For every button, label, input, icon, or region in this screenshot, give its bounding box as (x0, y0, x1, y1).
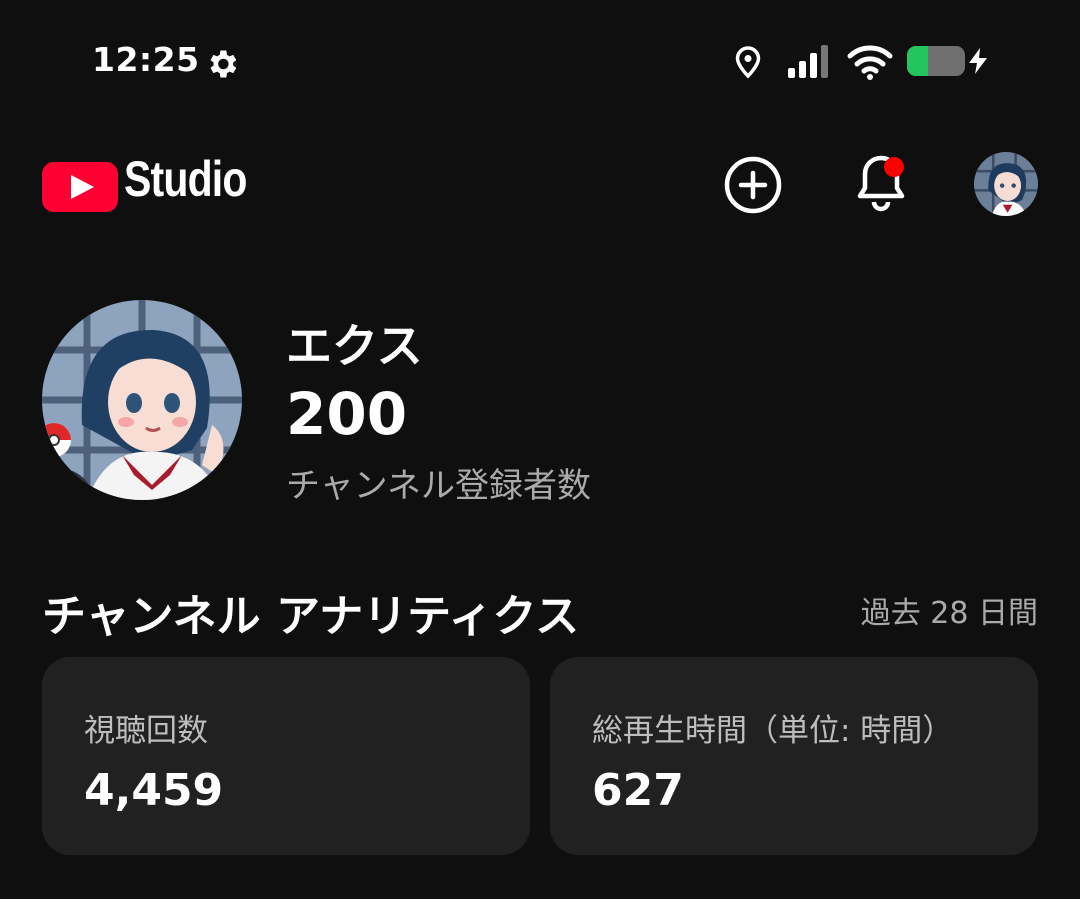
location-icon (735, 46, 761, 79)
battery-charging-icon (907, 46, 965, 76)
app-title: Studio (124, 151, 247, 207)
notification-bell-icon[interactable] (850, 150, 912, 216)
status-time: 12:25 (92, 40, 200, 79)
avatar-illustration (974, 152, 1038, 216)
channel-avatar[interactable] (42, 300, 242, 500)
signal-icon (788, 45, 828, 78)
create-button[interactable] (722, 154, 784, 216)
subscriber-label: チャンネル登録者数 (286, 466, 591, 506)
account-avatar[interactable] (974, 152, 1038, 216)
views-card[interactable]: 視聴回数 4,459 (42, 657, 530, 855)
watch-time-value: 627 (592, 765, 684, 816)
youtube-logo (42, 162, 118, 212)
channel-name: エクス (286, 319, 423, 373)
watch-time-label: 総再生時間（単位: 時間） (592, 713, 954, 749)
avatar-illustration (42, 300, 242, 500)
watch-time-card[interactable]: 総再生時間（単位: 時間） 627 (550, 657, 1038, 855)
analytics-title: チャンネル アナリティクス (42, 591, 580, 642)
charging-bolt-icon (969, 48, 987, 74)
wifi-icon (847, 45, 893, 80)
analytics-period: 過去 28 日間 (860, 596, 1038, 631)
views-label: 視聴回数 (84, 713, 208, 749)
subscriber-count: 200 (286, 380, 408, 448)
views-value: 4,459 (84, 765, 224, 816)
gear-icon (210, 50, 237, 78)
